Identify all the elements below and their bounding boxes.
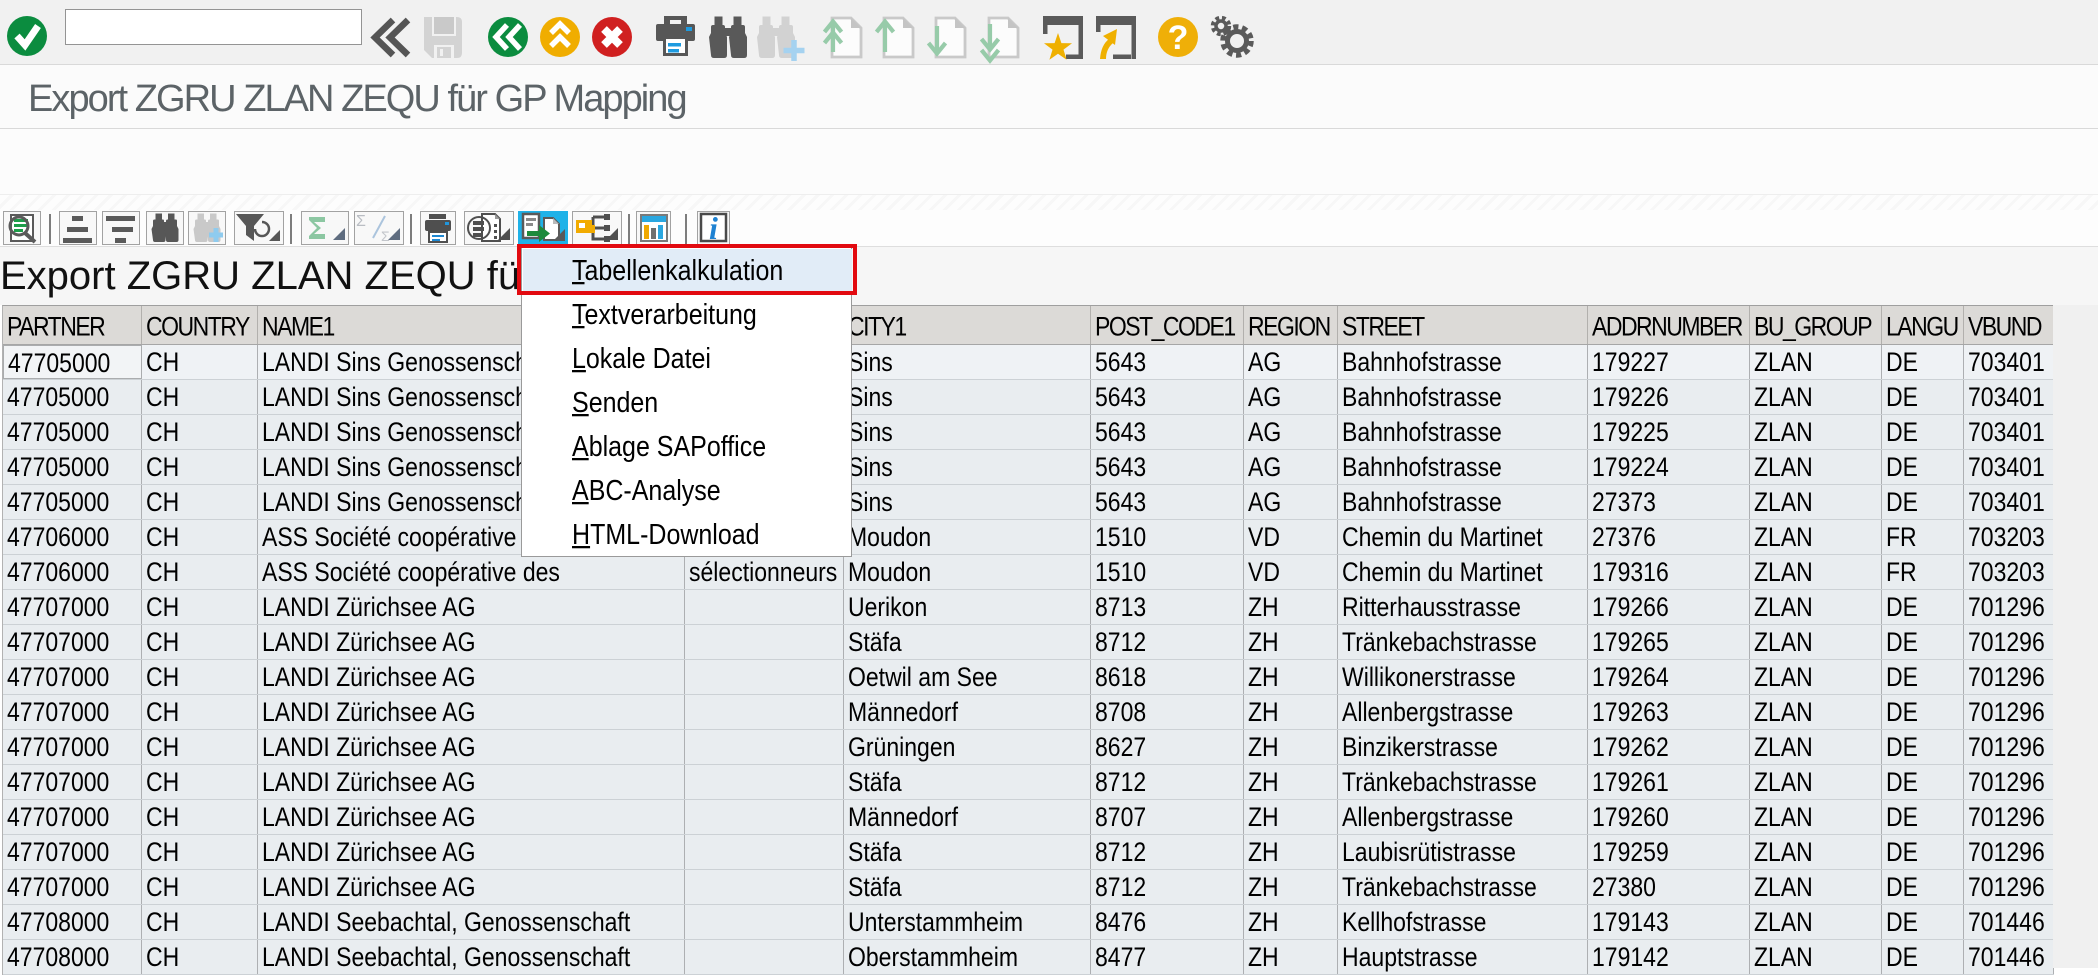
svg-text:Σ: Σ (356, 213, 366, 230)
svg-text:?: ? (1168, 19, 1189, 57)
svg-text:i: i (709, 212, 718, 244)
svg-text:Σ: Σ (381, 228, 390, 244)
